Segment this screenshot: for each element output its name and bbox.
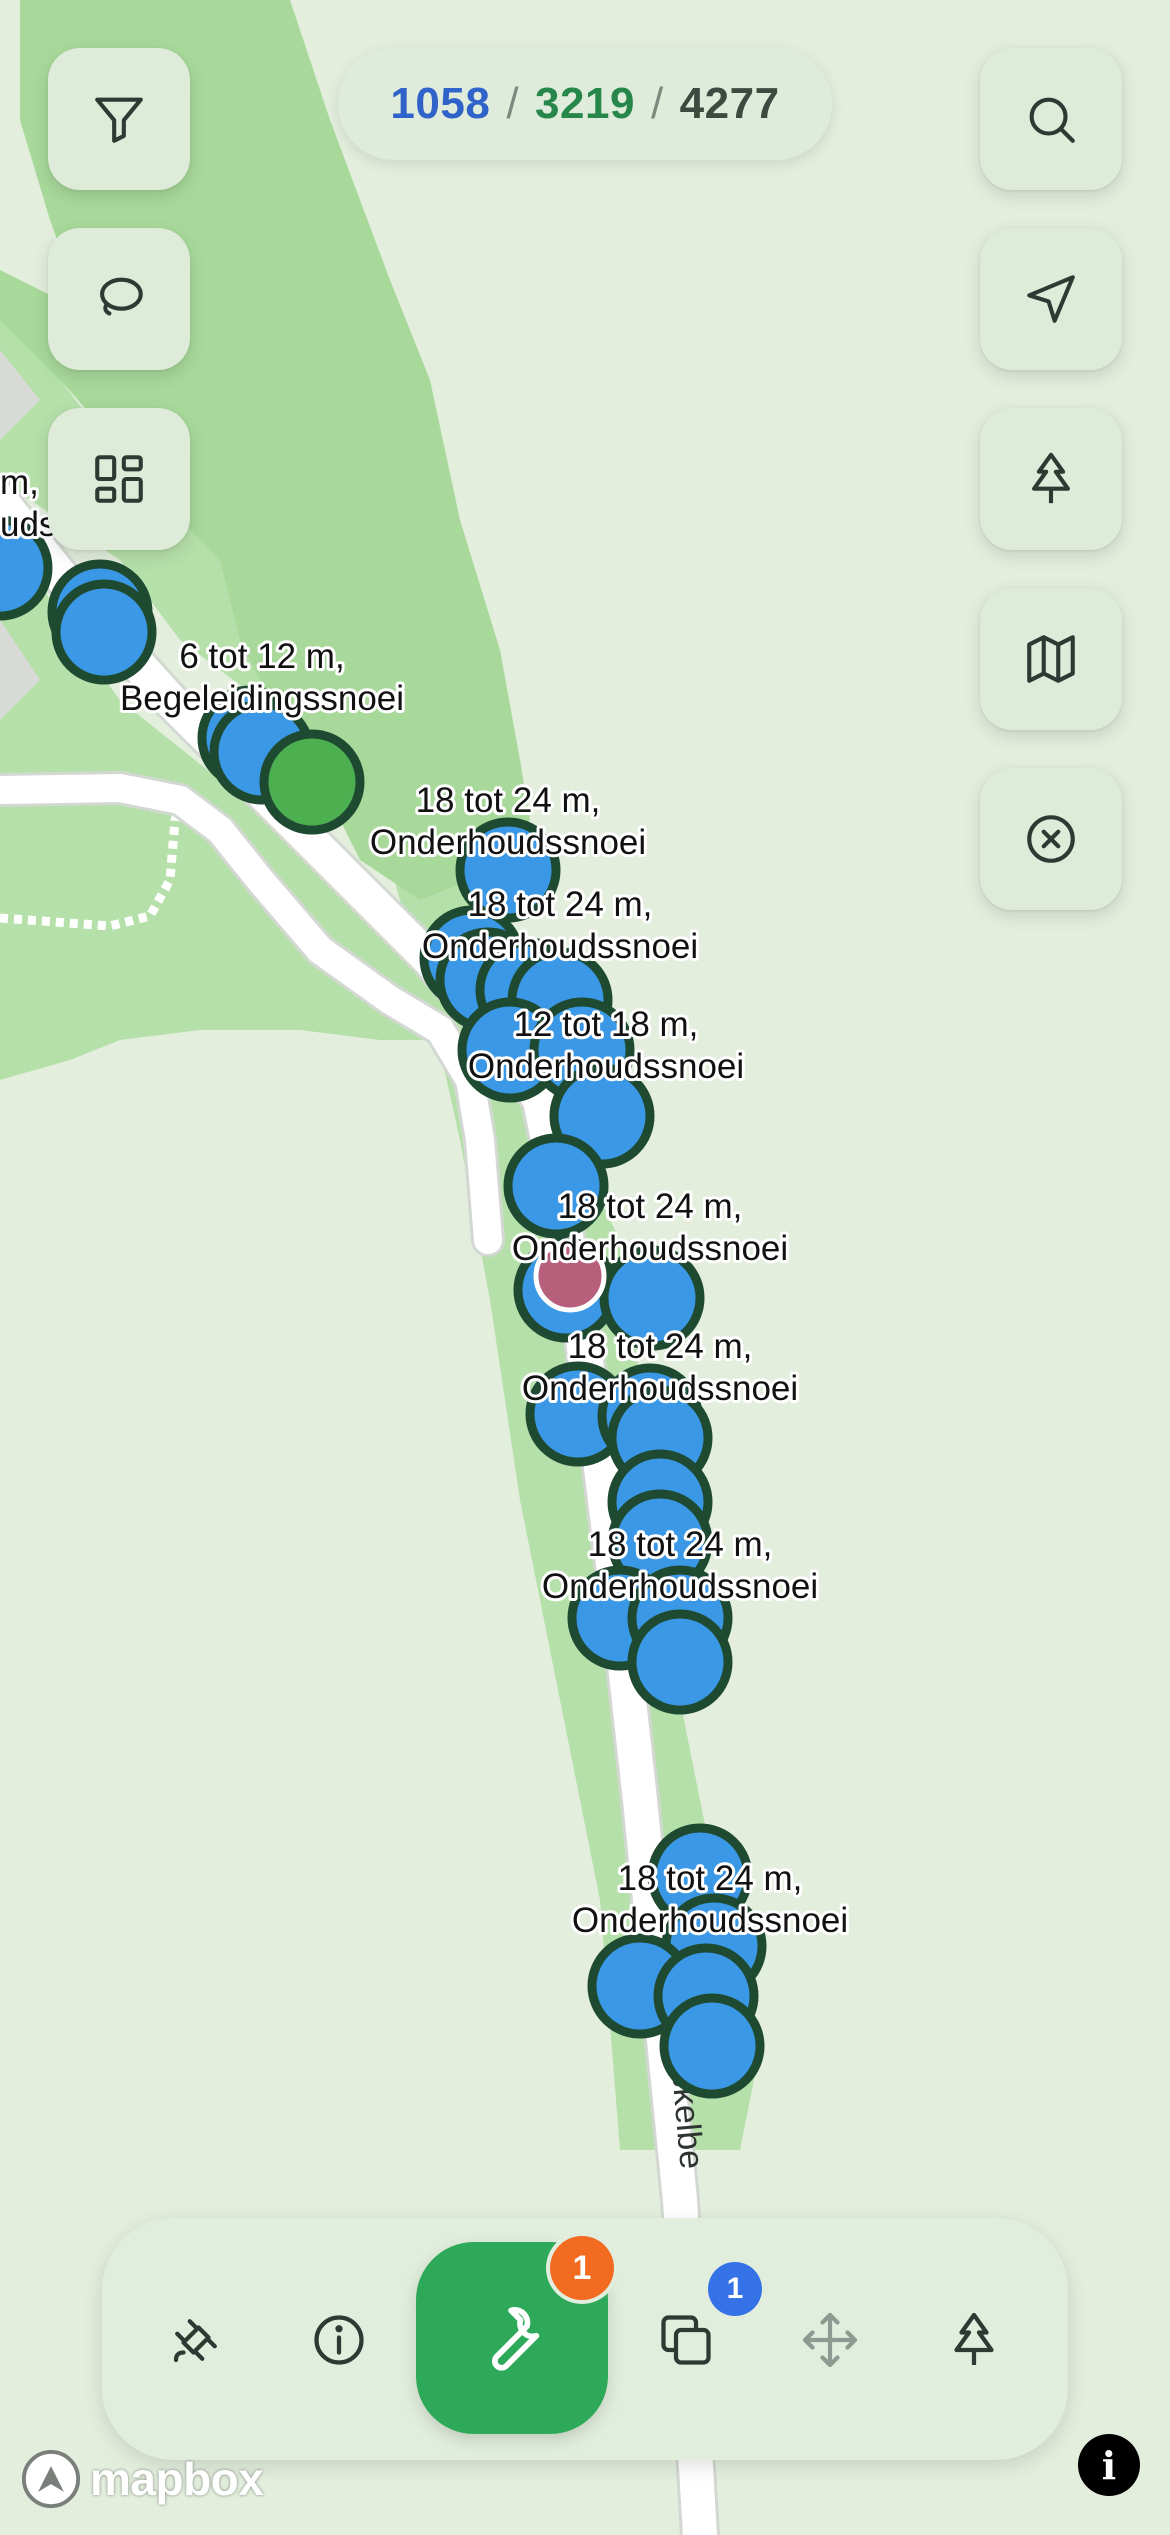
search-button[interactable] [980, 48, 1122, 190]
satellite-button[interactable] [146, 2290, 246, 2390]
tree-marker[interactable] [51, 579, 157, 685]
satellite-icon [173, 2319, 217, 2363]
tree-marker[interactable] [627, 1609, 733, 1715]
count-total: 4277 [679, 79, 780, 128]
locate-button[interactable] [980, 228, 1122, 370]
search-icon [1029, 97, 1075, 143]
info-icon [314, 2315, 364, 2365]
navigation-arrow-icon [1027, 275, 1075, 323]
tree-marker[interactable] [259, 729, 365, 835]
copy-icon [661, 2315, 711, 2365]
map-style-button[interactable] [980, 588, 1122, 730]
lasso-button[interactable] [48, 228, 190, 370]
close-circle-icon [1027, 815, 1075, 863]
filter-button[interactable] [48, 48, 190, 190]
count-visible: 3219 [535, 79, 635, 128]
mapbox-icon [21, 2449, 81, 2509]
count-separator: / [650, 79, 664, 128]
layout-button[interactable] [48, 408, 190, 550]
selection-badge: 1 [708, 2262, 762, 2316]
attribution-button[interactable]: i [1078, 2434, 1140, 2496]
tree-layer-button[interactable] [980, 408, 1122, 550]
mapbox-logo: mapbox [20, 2448, 264, 2510]
mapbox-wordmark: mapbox [90, 2453, 264, 2505]
count-separator: / [506, 79, 520, 128]
dashboard-icon [95, 455, 143, 503]
map-canvas[interactable]: ekelbe 6 tot 12 m, Begeleidingssnoei18 to… [0, 0, 1170, 2535]
tree-count-pill: 1058 / 3219 / 4277 [338, 48, 832, 160]
maintenance-badge: 1 [550, 2236, 614, 2300]
tree-icon [1032, 452, 1070, 504]
move-icon [802, 2312, 858, 2368]
wrench-icon [492, 2307, 540, 2371]
move-button[interactable] [780, 2290, 880, 2390]
tree-marker[interactable] [659, 1993, 765, 2099]
tree-icon [954, 2312, 994, 2365]
add-tree-button[interactable] [924, 2290, 1024, 2390]
info-button[interactable] [289, 2290, 389, 2390]
count-selected: 1058 [390, 79, 491, 128]
filter-icon [95, 97, 143, 143]
clear-button[interactable] [980, 768, 1122, 910]
lasso-icon [100, 277, 143, 316]
map-icon [1027, 635, 1075, 683]
